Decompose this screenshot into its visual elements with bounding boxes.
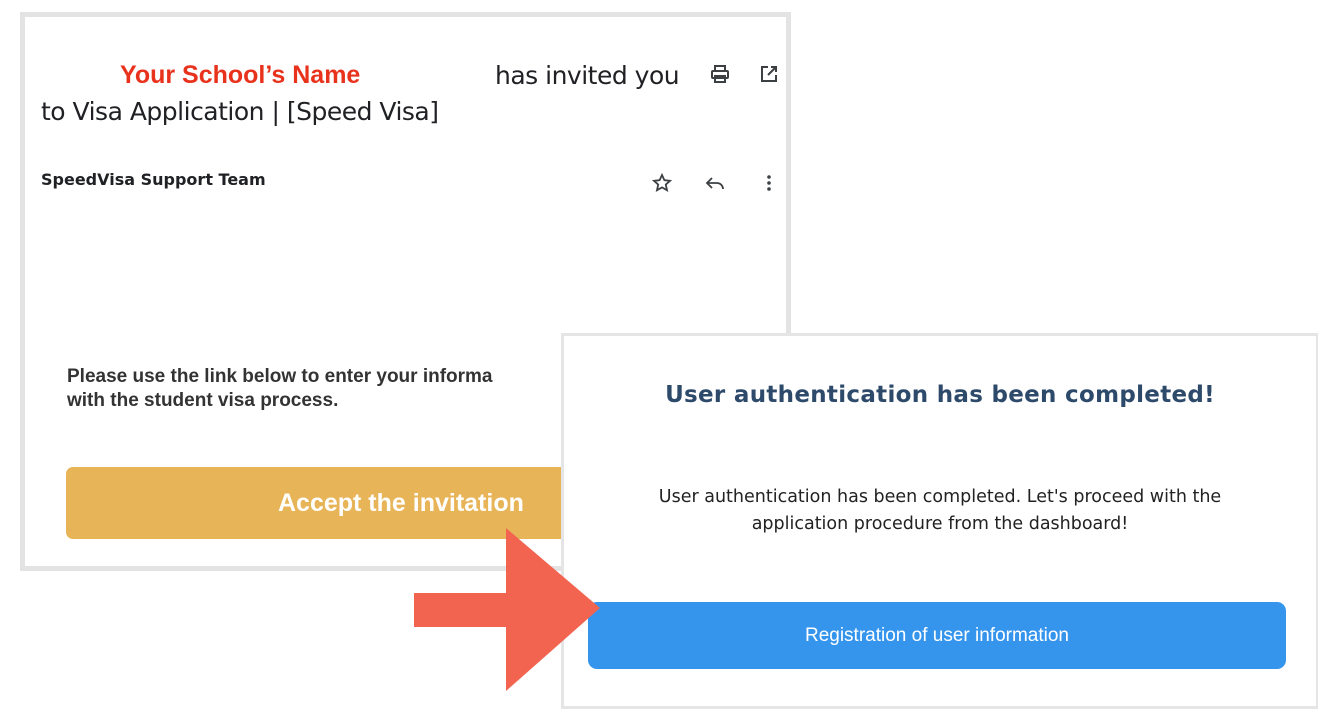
registration-button[interactable]: Registration of user information [588,602,1286,669]
auth-message-line2: application procedure from the dashboard… [751,514,1129,534]
auth-title: User authentication has been completed! [665,382,1215,408]
print-icon[interactable] [709,63,731,85]
open-in-new-icon[interactable] [758,63,780,85]
sender-address-blurred [41,197,241,205]
auth-message-line1: User authentication has been completed. … [658,487,1222,507]
pointer-arrow-icon [414,528,600,691]
email-subject-part1: has invited you [495,61,680,90]
email-subject-part2: to Visa Application | [Speed Visa] [41,97,439,126]
star-icon[interactable] [651,172,673,194]
reply-icon[interactable] [704,172,726,194]
auth-complete-panel: User authentication has been completed! … [561,333,1318,709]
school-name: Your School’s Name [120,61,361,89]
more-vert-icon[interactable] [758,172,780,194]
sender-name: SpeedVisa Support Team [41,170,266,189]
auth-message: User authentication has been completed. … [604,484,1276,538]
